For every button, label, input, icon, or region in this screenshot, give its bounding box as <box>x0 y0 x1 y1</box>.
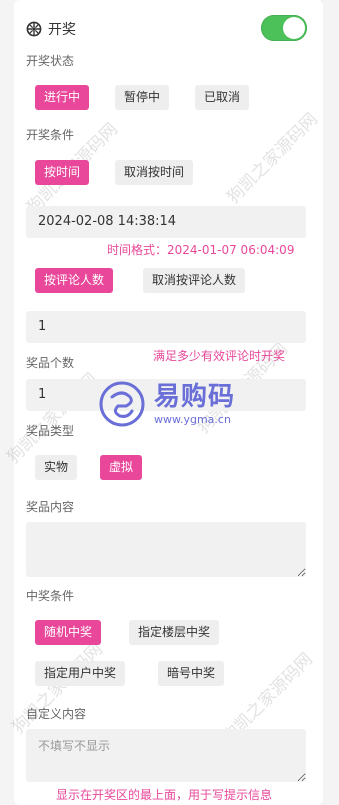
comment-count-input[interactable]: 1 <box>26 311 306 343</box>
draw-time-value: 2024-02-08 14:38:14 <box>38 214 177 229</box>
condition-label: 开奖条件 <box>26 128 75 142</box>
gear-icon <box>26 21 42 37</box>
custom-content-label: 自定义内容 <box>26 707 87 721</box>
cancel-by-time-button[interactable]: 取消按时间 <box>115 160 194 185</box>
prize-physical-button[interactable]: 实物 <box>35 455 78 480</box>
toggle-knob <box>283 17 305 39</box>
prize-count-value: 1 <box>38 387 47 402</box>
ygma-logo-text: 易购码 <box>154 381 236 412</box>
status-running-button[interactable]: 进行中 <box>35 85 90 110</box>
prize-content-label: 奖品内容 <box>26 500 75 514</box>
win-condition-label: 中奖条件 <box>26 589 75 603</box>
prize-count-label: 奖品个数 <box>26 356 75 370</box>
code-word-win-button[interactable]: 暗号中奖 <box>158 661 225 686</box>
draw-time-input[interactable]: 2024-02-08 14:38:14 <box>26 206 306 238</box>
user-win-button[interactable]: 指定用户中奖 <box>35 661 126 686</box>
prize-content-textarea[interactable] <box>26 522 306 577</box>
status-cancelled-button[interactable]: 已取消 <box>195 85 250 110</box>
custom-content-textarea[interactable] <box>26 729 306 782</box>
ygma-logo-url: www.ygma.cn <box>154 412 231 426</box>
lottery-enable-toggle[interactable] <box>261 15 307 41</box>
by-time-button[interactable]: 按时间 <box>35 160 90 185</box>
prize-type-label: 奖品类型 <box>26 424 75 438</box>
status-label: 开奖状态 <box>26 54 75 68</box>
by-comments-button[interactable]: 按评论人数 <box>35 268 114 293</box>
lottery-header: 开奖 <box>26 19 76 39</box>
cancel-by-comments-button[interactable]: 取消按评论人数 <box>143 268 246 293</box>
ygma-logo-icon <box>99 381 145 427</box>
floor-win-button[interactable]: 指定楼层中奖 <box>129 620 220 645</box>
ygma-logo: 易购码 www.ygma.cn <box>98 380 235 428</box>
lottery-title: 开奖 <box>48 22 76 38</box>
random-win-button[interactable]: 随机中奖 <box>35 620 102 645</box>
comment-count-hint: 满足多少有效评论时开奖 <box>153 349 286 363</box>
time-format-hint: 时间格式：2024-01-07 06:04:09 <box>107 243 295 257</box>
prize-virtual-button[interactable]: 虚拟 <box>100 455 143 480</box>
custom-content-hint: 显示在开奖区的最上面，用于写提示信息 <box>56 788 273 802</box>
comment-count-value: 1 <box>38 319 47 334</box>
status-paused-button[interactable]: 暂停中 <box>115 85 170 110</box>
